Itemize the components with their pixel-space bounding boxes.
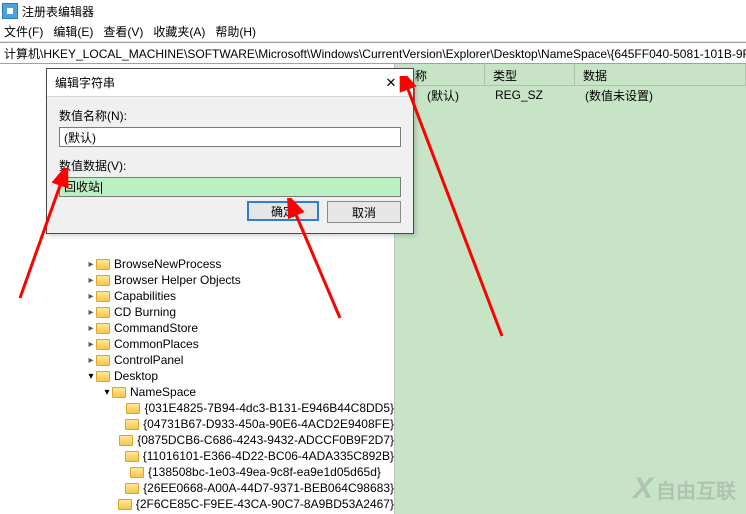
folder-icon bbox=[96, 307, 110, 318]
value-name-label: 数值名称(N): bbox=[59, 107, 401, 124]
folder-icon bbox=[96, 371, 110, 382]
folder-icon bbox=[125, 483, 139, 494]
tree-row[interactable]: {04731B67-D933-450a-90E6-4ACD2E9408FE} bbox=[0, 416, 394, 432]
folder-icon bbox=[96, 291, 110, 302]
chevron-right-icon[interactable]: ▸ bbox=[86, 323, 96, 334]
menu-view[interactable]: 查看(V) bbox=[103, 23, 143, 40]
ok-button[interactable]: 确定 bbox=[247, 201, 319, 221]
tree-row[interactable]: ▾ NameSpace bbox=[0, 384, 394, 400]
chevron-right-icon[interactable]: ▸ bbox=[86, 275, 96, 286]
menu-file[interactable]: 文件(F) bbox=[4, 23, 43, 40]
text-caret bbox=[101, 182, 102, 194]
list-header: 名称 类型 数据 bbox=[395, 64, 746, 86]
cell-type: REG_SZ bbox=[487, 88, 577, 102]
col-type[interactable]: 类型 bbox=[485, 64, 575, 85]
menu-edit[interactable]: 编辑(E) bbox=[53, 23, 93, 40]
app-icon bbox=[2, 3, 18, 19]
tree-label: {11016101-E366-4D22-BC06-4ADA335C892B} bbox=[143, 449, 394, 463]
value-name-input[interactable] bbox=[59, 127, 401, 147]
tree-label: {0875DCB6-C686-4243-9432-ADCCF0B9F2D7} bbox=[137, 433, 394, 447]
folder-icon bbox=[125, 451, 139, 462]
folder-icon bbox=[119, 435, 133, 446]
col-data[interactable]: 数据 bbox=[575, 64, 746, 85]
close-icon[interactable]: ✕ bbox=[373, 73, 409, 93]
window-title: 注册表编辑器 bbox=[22, 3, 94, 20]
tree-row[interactable]: ▸ CommandStore bbox=[0, 320, 394, 336]
value-data-input[interactable]: 回收站 bbox=[59, 177, 401, 197]
tree-label: {031E4825-7B94-4dc3-B131-E946B44C8DD5} bbox=[144, 401, 394, 415]
chevron-right-icon[interactable]: ▸ bbox=[86, 291, 96, 302]
folder-icon bbox=[96, 355, 110, 366]
folder-icon bbox=[96, 323, 110, 334]
tree-label: NameSpace bbox=[130, 385, 196, 399]
tree-label: {26EE0668-A00A-44D7-9371-BEB064C98683} bbox=[143, 481, 394, 495]
chevron-down-icon[interactable]: ▾ bbox=[102, 387, 112, 398]
cell-name: (默认) bbox=[419, 87, 487, 104]
menu-favorites[interactable]: 收藏夹(A) bbox=[153, 23, 205, 40]
tree-row[interactable]: ▸ CD Burning bbox=[0, 304, 394, 320]
watermark-text: 自由互联 bbox=[656, 475, 736, 504]
tree-row[interactable]: ▸ Capabilities bbox=[0, 288, 394, 304]
address-bar[interactable]: 计算机\HKEY_LOCAL_MACHINE\SOFTWARE\Microsof… bbox=[0, 42, 746, 64]
tree-row[interactable]: {26EE0668-A00A-44D7-9371-BEB064C98683} bbox=[0, 480, 394, 496]
tree-row[interactable]: ▸ CommonPlaces bbox=[0, 336, 394, 352]
tree-label: ControlPanel bbox=[114, 353, 183, 367]
value-data-label: 数值数据(V): bbox=[59, 157, 401, 174]
tree-label: {2F6CE85C-F9EE-43CA-90C7-8A9BD53A2467} bbox=[136, 497, 394, 511]
tree-row[interactable]: {0875DCB6-C686-4243-9432-ADCCF0B9F2D7} bbox=[0, 432, 394, 448]
folder-icon bbox=[130, 467, 144, 478]
address-path: 计算机\HKEY_LOCAL_MACHINE\SOFTWARE\Microsof… bbox=[4, 45, 746, 62]
folder-icon bbox=[126, 403, 140, 414]
tree-row[interactable]: {2F6CE85C-F9EE-43CA-90C7-8A9BD53A2467} bbox=[0, 496, 394, 512]
watermark-logo-icon: X bbox=[633, 472, 650, 506]
list-row[interactable]: ab (默认) REG_SZ (数值未设置) bbox=[395, 86, 746, 104]
tree-row[interactable]: {11016101-E366-4D22-BC06-4ADA335C892B} bbox=[0, 448, 394, 464]
tree-row[interactable]: ▸ Browser Helper Objects bbox=[0, 272, 394, 288]
tree-label: Capabilities bbox=[114, 289, 176, 303]
chevron-right-icon[interactable]: ▸ bbox=[86, 355, 96, 366]
tree-row[interactable]: ▸ ControlPanel bbox=[0, 352, 394, 368]
cell-data: (数值未设置) bbox=[577, 87, 661, 104]
folder-icon bbox=[125, 419, 139, 430]
values-pane[interactable]: 名称 类型 数据 ab (默认) REG_SZ (数值未设置) bbox=[395, 64, 746, 514]
dialog-title-bar[interactable]: 编辑字符串 ✕ bbox=[47, 69, 413, 97]
tree-row[interactable]: {138508bc-1e03-49ea-9c8f-ea9e1d05d65d} bbox=[0, 464, 394, 480]
dialog-title: 编辑字符串 bbox=[55, 74, 115, 91]
menu-bar: 文件(F) 编辑(E) 查看(V) 收藏夹(A) 帮助(H) bbox=[0, 22, 746, 42]
folder-icon bbox=[96, 339, 110, 350]
folder-icon bbox=[118, 499, 132, 510]
chevron-right-icon[interactable]: ▸ bbox=[86, 339, 96, 350]
tree-label: CD Burning bbox=[114, 305, 176, 319]
folder-icon bbox=[96, 275, 110, 286]
tree-label: BrowseNewProcess bbox=[114, 257, 221, 271]
title-bar: 注册表编辑器 bbox=[0, 0, 746, 22]
edit-string-dialog: 编辑字符串 ✕ 数值名称(N): 数值数据(V): 回收站 确定 取消 bbox=[46, 68, 414, 234]
tree-label: CommandStore bbox=[114, 321, 198, 335]
tree-label: CommonPlaces bbox=[114, 337, 199, 351]
chevron-right-icon[interactable]: ▸ bbox=[86, 259, 96, 270]
tree-label: {04731B67-D933-450a-90E6-4ACD2E9408FE} bbox=[143, 417, 394, 431]
tree-row[interactable]: ▾ Desktop bbox=[0, 368, 394, 384]
tree-label: Browser Helper Objects bbox=[114, 273, 241, 287]
folder-icon bbox=[96, 259, 110, 270]
chevron-right-icon[interactable]: ▸ bbox=[86, 307, 96, 318]
chevron-down-icon[interactable]: ▾ bbox=[86, 371, 96, 382]
cancel-button[interactable]: 取消 bbox=[327, 201, 401, 223]
tree-label: Desktop bbox=[114, 369, 158, 383]
menu-help[interactable]: 帮助(H) bbox=[215, 23, 256, 40]
tree-row[interactable]: ▸ BrowseNewProcess bbox=[0, 256, 394, 272]
tree-label: {138508bc-1e03-49ea-9c8f-ea9e1d05d65d} bbox=[148, 465, 381, 479]
tree-row[interactable]: {031E4825-7B94-4dc3-B131-E946B44C8DD5} bbox=[0, 400, 394, 416]
watermark: X 自由互联 bbox=[633, 472, 736, 506]
folder-icon bbox=[112, 387, 126, 398]
